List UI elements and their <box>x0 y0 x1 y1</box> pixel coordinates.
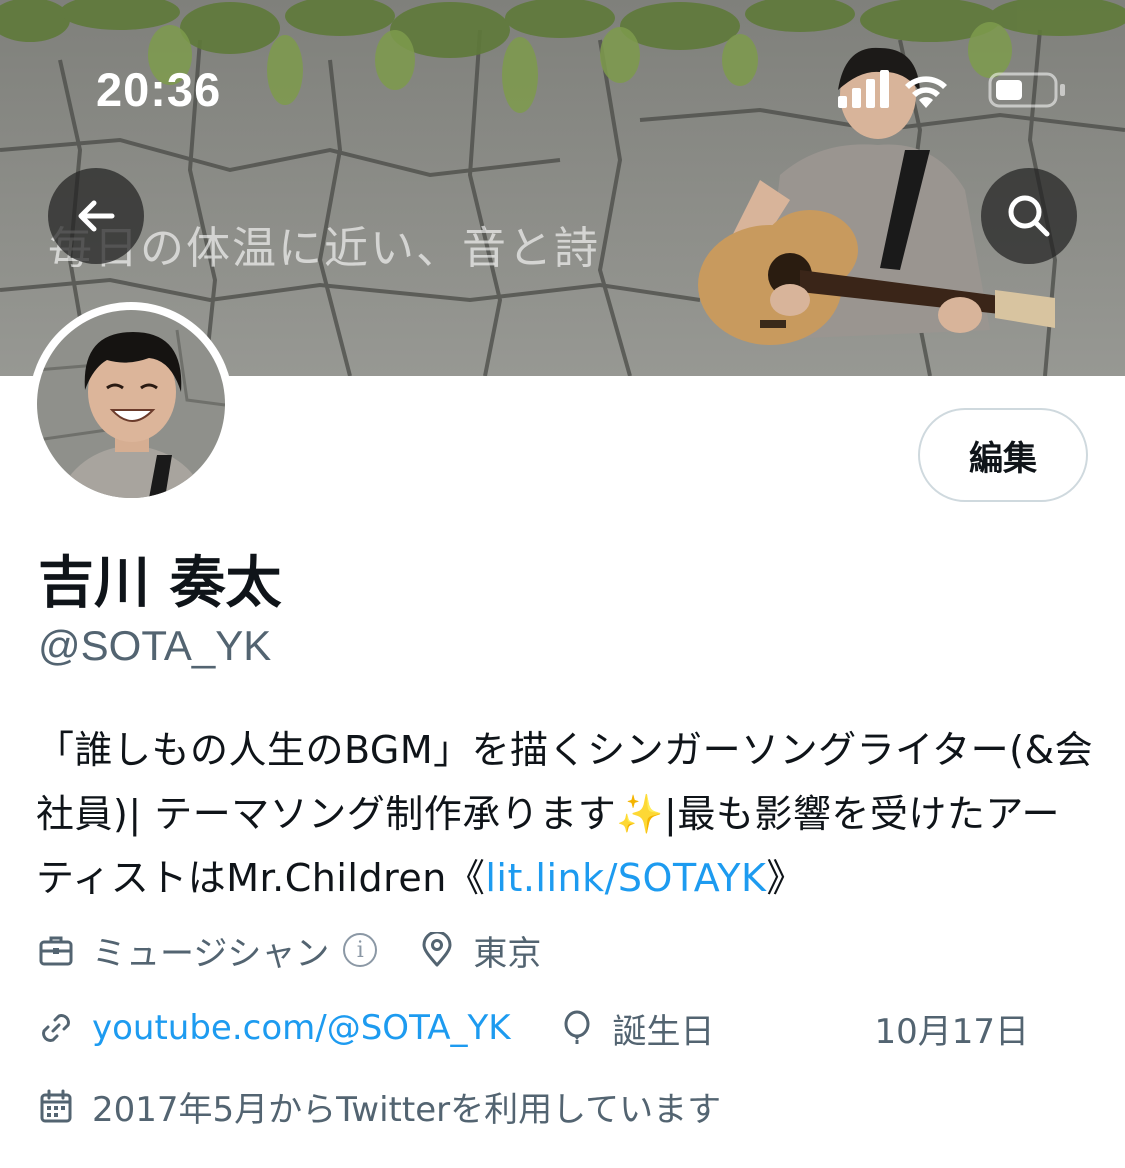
edit-profile-button[interactable]: 編集 <box>918 408 1088 502</box>
status-time: 20:36 <box>96 63 222 116</box>
cellular-signal-icon <box>838 70 889 108</box>
avatar[interactable] <box>29 302 233 506</box>
category-item: ミュージシャン i <box>38 926 378 975</box>
birthday-item: 誕生日 10月17日 <box>559 1004 1030 1053</box>
bio-suffix: 》 <box>766 856 805 900</box>
balloon-icon <box>559 1010 595 1046</box>
profile-meta-row: youtube.com/@SOTA_YK 誕生日 10月17日 <box>38 1003 1029 1053</box>
location-item: 東京 <box>419 926 541 975</box>
birthday-value: 10月17日 <box>874 1011 1030 1052</box>
location-label: 東京 <box>473 933 542 974</box>
profile-meta-row: 2017年5月からTwitterを利用しています <box>38 1081 721 1131</box>
location-pin-icon <box>419 932 455 968</box>
profile-meta-row: ミュージシャン i 東京 <box>38 925 541 975</box>
bio-link[interactable]: lit.link/SOTAYK <box>485 856 766 900</box>
joined-item: 2017年5月からTwitterを利用しています <box>38 1082 721 1131</box>
back-button[interactable] <box>48 168 144 264</box>
website-item[interactable]: youtube.com/@SOTA_YK <box>38 1008 511 1048</box>
category-label: ミュージシャン <box>92 933 330 974</box>
status-icons <box>838 68 1068 112</box>
display-name: 吉川 奏太 <box>38 551 282 616</box>
calendar-icon <box>38 1088 74 1124</box>
briefcase-icon <box>38 932 74 968</box>
birthday-label: 誕生日 <box>612 1011 715 1052</box>
search-button[interactable] <box>981 168 1077 264</box>
link-icon <box>38 1010 74 1046</box>
website-link[interactable]: youtube.com/@SOTA_YK <box>92 1008 511 1048</box>
joined-label: 2017年5月からTwitterを利用しています <box>92 1089 722 1130</box>
info-icon[interactable]: i <box>343 933 378 967</box>
avatar-image <box>37 310 225 498</box>
search-icon <box>1008 195 1050 237</box>
profile-bio: 「誰しもの人生のBGM」を描くシンガーソングライター(&会社員)| テーマソング… <box>36 718 1096 910</box>
arrow-left-icon <box>78 200 115 232</box>
user-handle: @SOTA_YK <box>38 622 272 669</box>
battery-icon <box>988 72 1065 108</box>
wifi-icon <box>905 76 947 108</box>
